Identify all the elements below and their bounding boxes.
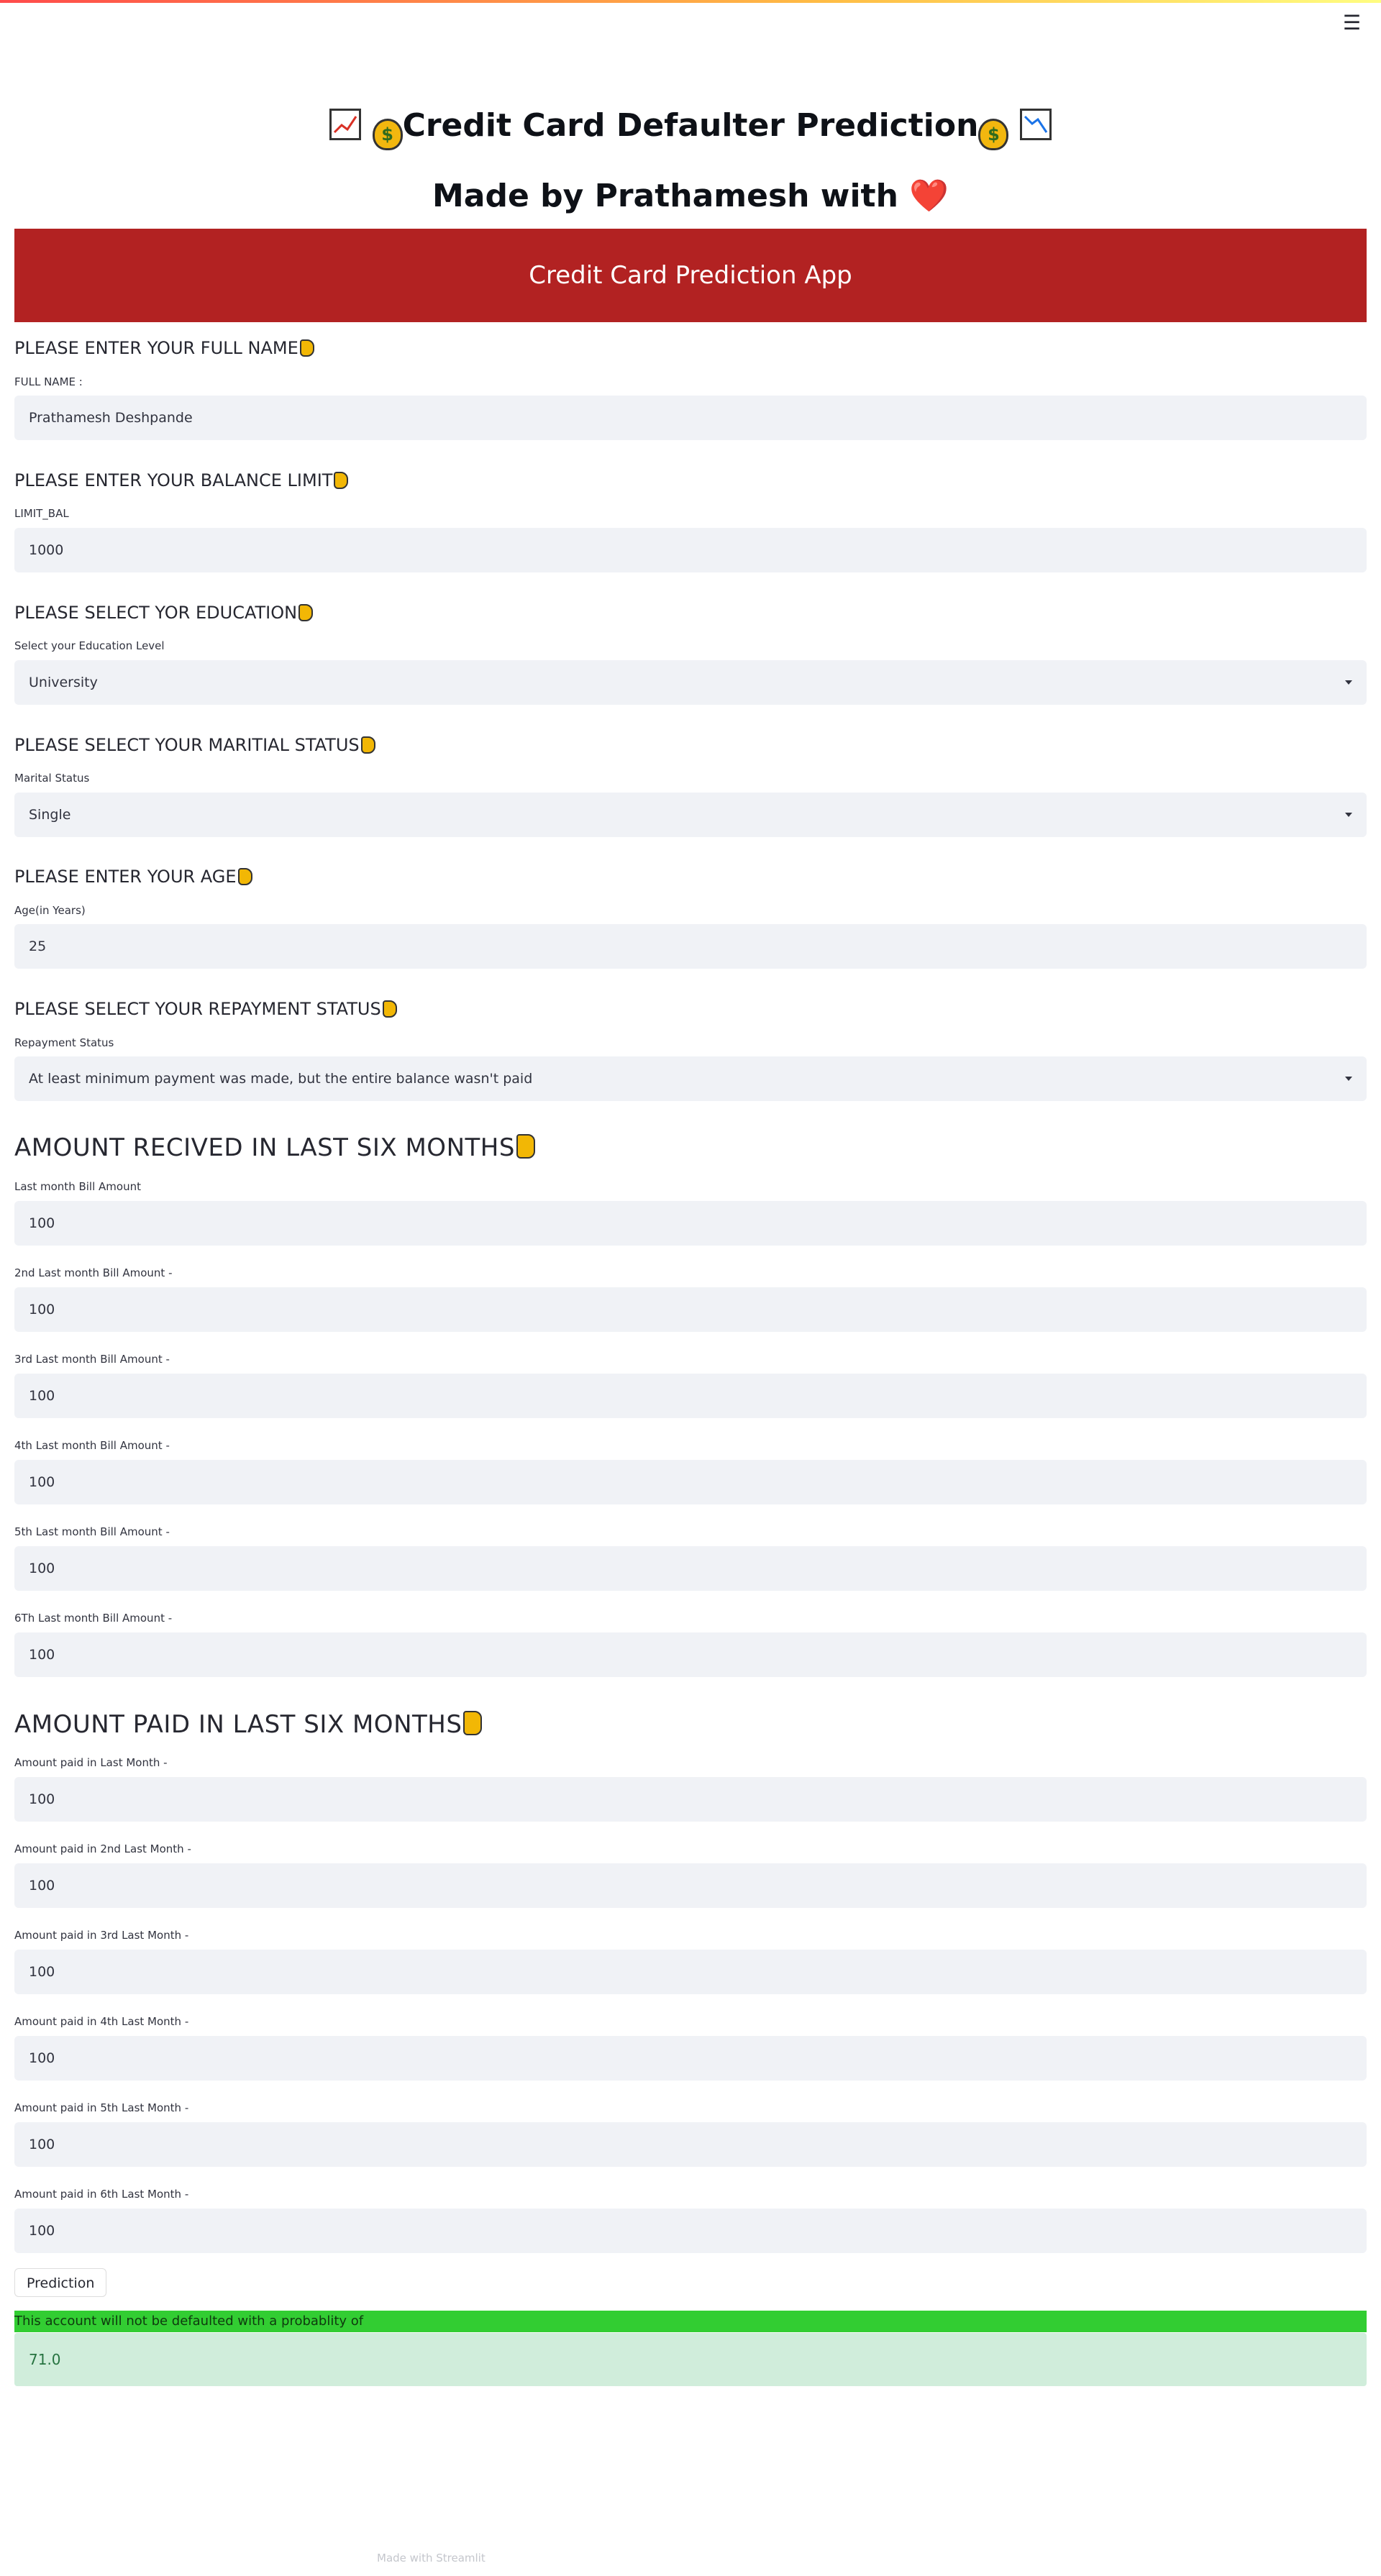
pointing-down-hand-icon bbox=[299, 339, 314, 357]
marital-status-select[interactable]: Single bbox=[14, 793, 1367, 837]
pointing-down-hand-icon bbox=[463, 1711, 483, 1735]
pointing-down-hand-icon bbox=[334, 472, 349, 489]
repayment-status-select[interactable]: At least minimum payment was made, but t… bbox=[14, 1056, 1367, 1101]
section-title-repayment-status: PLEASE SELECT YOUR REPAYMENT STATUS bbox=[14, 997, 397, 1021]
amount-paid-input[interactable]: 100 bbox=[14, 2036, 1367, 2081]
bill-amount-input[interactable]: 100 bbox=[14, 1460, 1367, 1504]
bill-amount-label: 6Th Last month Bill Amount - bbox=[14, 1612, 173, 1625]
limit-bal-label: LIMIT_BAL bbox=[14, 507, 69, 520]
amount-paid-label: Amount paid in 3rd Last Month - bbox=[14, 1929, 189, 1942]
amount-paid-input[interactable]: 100 bbox=[14, 1863, 1367, 1908]
bill-amount-label: Last month Bill Amount bbox=[14, 1180, 141, 1193]
age-input[interactable]: 25 bbox=[14, 924, 1367, 969]
education-label: Select your Education Level bbox=[14, 639, 165, 652]
amount-paid-label: Amount paid in 4th Last Month - bbox=[14, 2015, 189, 2028]
age-label: Age(in Years) bbox=[14, 904, 86, 917]
bill-amount-input[interactable]: 100 bbox=[14, 1201, 1367, 1246]
chart-decreasing-icon bbox=[1019, 109, 1052, 140]
section-title-marital-status: PLEASE SELECT YOUR MARITIAL STATUS bbox=[14, 733, 375, 757]
pointing-down-hand-icon bbox=[237, 868, 252, 885]
pointing-down-hand-icon bbox=[516, 1134, 535, 1159]
full-name-input[interactable]: Prathamesh Deshpande bbox=[14, 396, 1367, 440]
bill-amount-input[interactable]: 100 bbox=[14, 1287, 1367, 1332]
bill-amount-input[interactable]: 100 bbox=[14, 1374, 1367, 1418]
bill-amount-label: 2nd Last month Bill Amount - bbox=[14, 1266, 173, 1279]
repayment-status-label: Repayment Status bbox=[14, 1036, 114, 1049]
bill-amount-input[interactable]: 100 bbox=[14, 1632, 1367, 1677]
amount-paid-label: Amount paid in 6th Last Month - bbox=[14, 2188, 189, 2201]
footer-made-with-streamlit[interactable]: Made with Streamlit bbox=[377, 2552, 486, 2564]
amount-paid-label: Amount paid in 5th Last Month - bbox=[14, 2101, 189, 2114]
app-banner: Credit Card Prediction App bbox=[14, 229, 1367, 322]
section-title-balance-limit: PLEASE ENTER YOUR BALANCE LIMIT bbox=[14, 468, 349, 493]
section-title-age: PLEASE ENTER YOUR AGE bbox=[14, 864, 252, 889]
result-message: This account will not be defaulted with … bbox=[14, 2311, 1367, 2332]
amount-paid-input[interactable]: 100 bbox=[14, 2209, 1367, 2253]
pointing-down-hand-icon bbox=[382, 1000, 397, 1018]
education-select[interactable]: University bbox=[14, 660, 1367, 705]
heart-icon: ❤️ bbox=[909, 178, 949, 214]
section-title-education: PLEASE SELECT YOR EDUCATION bbox=[14, 600, 314, 625]
prediction-button[interactable]: Prediction bbox=[14, 2268, 107, 2297]
chevron-down-icon bbox=[1345, 1077, 1352, 1081]
limit-bal-input[interactable]: 1000 bbox=[14, 528, 1367, 572]
pointing-down-hand-icon bbox=[360, 736, 375, 754]
pointing-down-hand-icon bbox=[298, 604, 314, 621]
chevron-down-icon bbox=[1345, 813, 1352, 817]
amount-paid-input[interactable]: 100 bbox=[14, 1777, 1367, 1822]
page-subtitle: Made by Prathamesh with ❤️ bbox=[432, 178, 949, 214]
money-bag-icon: $ bbox=[372, 119, 403, 150]
chart-increasing-icon bbox=[329, 109, 362, 140]
result-value: 71.0 bbox=[14, 2333, 1367, 2386]
section-title-amount-received: AMOUNT RECIVED IN LAST SIX MONTHS bbox=[14, 1131, 535, 1164]
top-decoration-bar bbox=[0, 0, 1381, 3]
bill-amount-label: 4th Last month Bill Amount - bbox=[14, 1439, 170, 1452]
bill-amount-label: 5th Last month Bill Amount - bbox=[14, 1525, 170, 1538]
amount-paid-label: Amount paid in Last Month - bbox=[14, 1756, 168, 1769]
money-bag-icon: $ bbox=[978, 119, 1009, 150]
chevron-down-icon bbox=[1345, 680, 1352, 685]
amount-paid-input[interactable]: 100 bbox=[14, 2122, 1367, 2167]
full-name-label: FULL NAME : bbox=[14, 375, 83, 388]
amount-paid-label: Amount paid in 2nd Last Month - bbox=[14, 1842, 191, 1855]
hamburger-menu-icon[interactable]: ☰ bbox=[1343, 13, 1361, 33]
page-title: $ Credit Card Defaulter Prediction $ bbox=[0, 104, 1381, 150]
section-title-full-name: PLEASE ENTER YOUR FULL NAME bbox=[14, 336, 314, 360]
bill-amount-input[interactable]: 100 bbox=[14, 1546, 1367, 1591]
bill-amount-label: 3rd Last month Bill Amount - bbox=[14, 1353, 170, 1366]
amount-paid-input[interactable]: 100 bbox=[14, 1950, 1367, 1994]
marital-status-label: Marital Status bbox=[14, 772, 90, 785]
section-title-amount-paid: AMOUNT PAID IN LAST SIX MONTHS bbox=[14, 1708, 483, 1741]
